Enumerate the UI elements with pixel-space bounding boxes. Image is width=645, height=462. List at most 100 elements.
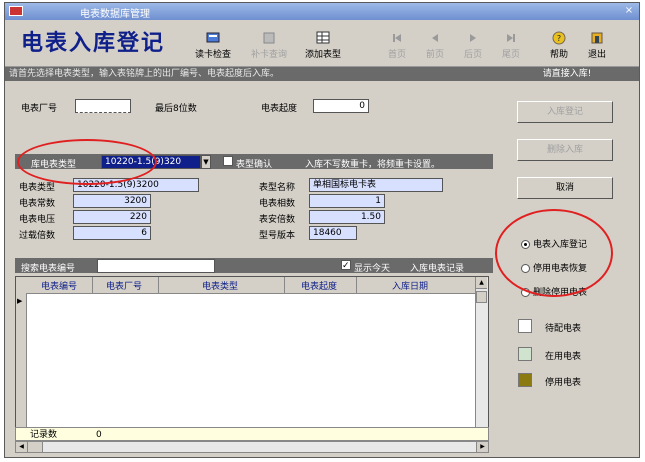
overcurrent-label: 过载倍数 [19,231,56,241]
records-table: 电表编号 电表厂号 电表类型 电表起度 入库日期 ▶ ▲ [15,276,489,436]
svg-text:?: ? [557,34,561,43]
col-sep [158,277,159,293]
read-card-button[interactable]: 读卡检查 [191,31,235,63]
add-type-button[interactable]: 添加表型 [301,31,345,63]
legend-active-label: 在用电表 [545,352,582,362]
first-page-icon [393,34,401,42]
table-vscroll[interactable]: ▲ [475,277,488,435]
exit-button[interactable]: 退出 [575,31,619,63]
right-hint-bar: 请直接入库! [495,67,639,81]
radio-register[interactable]: 电表入库登记 [521,237,587,250]
model-code-label: 型号版本 [259,231,296,241]
scroll-left-icon[interactable]: ◀ [16,442,28,452]
add-type-label: 添加表型 [304,50,341,60]
radio-delete[interactable]: 删除停用电表 [521,285,587,298]
scroll-thumb[interactable] [476,291,487,303]
col-sep [284,277,285,293]
nav-last-label: 尾页 [501,50,520,60]
meter-const-field: 3200 [73,194,151,208]
card-icon [263,32,275,44]
help-icon: ? [552,31,566,45]
nav-first-label: 首页 [387,50,406,60]
ratio-label: 表安倍数 [259,215,296,225]
radio-restore-label: 停用电表恢复 [533,264,588,274]
help-label: 帮助 [549,50,568,60]
meter-type-field: 10220-1.5(9)3200 [73,178,199,192]
scroll-up-icon[interactable]: ▲ [476,277,487,289]
hint-bar: 请首先选择电表类型，输入表铭牌上的出厂编号、电表起度后入库。 [5,67,495,81]
start-reading-label: 电表起度 [261,104,298,114]
confirm-label: 表型确认 [236,160,273,170]
title-bar: 电表数据库管理 × [5,3,639,20]
row-selector[interactable]: ▶ [16,293,27,435]
meter-type-label: 电表类型 [19,183,56,193]
radio-register-label: 电表入库登记 [533,240,588,250]
col-factory-no[interactable]: 电表厂号 [94,279,154,292]
exit-icon [591,32,603,44]
start-reading-input[interactable]: 0 [313,99,369,113]
annotation-ellipse-mode [495,209,613,297]
confirm-checkbox-box[interactable] [223,156,233,166]
close-icon[interactable]: × [623,5,635,17]
col-sep [92,277,93,293]
record-count-value: 0 [96,430,102,440]
page-title: 电表入库登记 [21,30,166,56]
disabled-card-label: 补卡查询 [250,50,287,60]
table-header: 电表编号 电表厂号 电表类型 电表起度 入库日期 [16,277,488,294]
legend-swatch-active [518,347,532,361]
radio-register-dot[interactable] [521,240,530,249]
delete-button[interactable]: 删除入库 [517,139,613,161]
next-page-icon [470,34,476,42]
disabled-card-button[interactable]: 补卡查询 [247,31,291,63]
search-input[interactable] [97,259,215,273]
meter-voltage-field: 220 [73,210,151,224]
cancel-button[interactable]: 取消 [517,177,613,199]
col-start-reading[interactable]: 电表起度 [286,279,352,292]
meter-type-select-label: 库电表类型 [31,160,77,170]
prev-page-icon [432,34,438,42]
chevron-down-icon[interactable]: ▼ [201,155,211,169]
col-meter-type[interactable]: 电表类型 [160,279,280,292]
model-code-field: 18460 [309,226,357,240]
meter-type-select[interactable]: 10220-1.5(9)320 [101,155,201,169]
radio-delete-label: 删除停用电表 [533,288,588,298]
radio-restore-dot[interactable] [521,264,530,273]
table-hscroll[interactable]: ◀ ▶ [15,441,489,453]
save-button[interactable]: 入库登记 [517,101,613,123]
phase-field: 1 [309,194,385,208]
phase-label: 电表相数 [259,199,296,209]
show-today-checkbox[interactable]: ✓ [341,260,351,271]
card-reader-icon [206,32,220,43]
last-page-icon [507,34,515,42]
confirm-hint: 入库不写数重卡，将频重卡设置。 [305,160,441,170]
read-card-label: 读卡检查 [194,50,231,60]
meter-const-label: 电表常数 [19,199,56,209]
app-icon [9,6,23,16]
factory-no-label: 电表厂号 [21,104,58,114]
show-today-label: 显示今天 [354,264,391,274]
exit-label: 退出 [587,50,606,60]
nav-last-button[interactable]: 尾页 [489,31,533,63]
nav-prev-label: 前页 [425,50,444,60]
radio-restore[interactable]: 停用电表恢复 [521,261,587,274]
col-meter-no[interactable]: 电表编号 [30,279,88,292]
factory-no-input[interactable] [75,99,131,113]
row-pointer-icon: ▶ [17,297,23,305]
scroll-right-icon[interactable]: ▶ [476,442,488,452]
confirm-checkbox[interactable] [223,156,233,167]
model-name-label: 表型名称 [259,183,296,193]
last8-label: 最后8位数 [155,104,197,114]
model-name-field: 单相国标电卡表 [309,178,443,192]
show-today-checkbox-box[interactable]: ✓ [341,260,351,271]
overcurrent-field: 6 [73,226,151,240]
search-label: 搜索电表编号 [21,264,76,274]
main-window: 电表数据库管理 × 电表入库登记 读卡检查 补卡查询 添加表型 首页 前页 后页… [4,2,640,458]
meter-voltage-label: 电表电压 [19,215,56,225]
hscroll-thumb[interactable] [28,442,43,452]
show-today-hint: 入库电表记录 [410,264,465,274]
record-count-label: 记录数 [30,430,58,440]
legend-swatch-disabled [518,373,532,387]
radio-delete-dot[interactable] [521,288,530,297]
record-count-row: 记录数 0 [15,427,489,441]
col-date[interactable]: 入库日期 [358,279,462,292]
